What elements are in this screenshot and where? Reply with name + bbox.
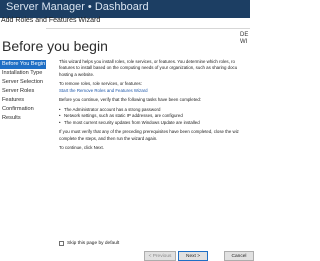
intro-paragraph: This wizard helps you install roles, rol… bbox=[59, 59, 249, 78]
next-button[interactable]: Next > bbox=[178, 251, 208, 261]
skip-page-option[interactable]: Skip this page by default bbox=[59, 239, 119, 247]
cancel-button[interactable]: Cancel bbox=[224, 251, 254, 261]
intro-line-1: This wizard helps you install roles, rol… bbox=[59, 59, 235, 64]
nav-item-server-roles[interactable]: Server Roles bbox=[0, 87, 46, 96]
destination-server-line-2: WI bbox=[240, 39, 248, 45]
destination-server-label: DE WI bbox=[240, 32, 248, 46]
remove-paragraph: To remove roles, role services, or featu… bbox=[59, 81, 249, 94]
previous-button[interactable]: < Previous bbox=[144, 251, 176, 261]
page-heading: Before you begin bbox=[2, 38, 108, 54]
nav-item-features[interactable]: Features bbox=[0, 96, 46, 105]
continue-paragraph: To continue, click Next. bbox=[59, 145, 104, 151]
intro-line-3: hosting a website. bbox=[59, 71, 95, 77]
close-wizard-line-1: If you must verify that any of the prece… bbox=[59, 129, 239, 135]
nav-item-results[interactable]: Results bbox=[0, 114, 46, 123]
nav-item-server-selection[interactable]: Server Selection bbox=[0, 78, 46, 87]
remove-text: To remove roles, role services, or featu… bbox=[59, 81, 142, 87]
wizard-nav: Before You Begin Installation Type Serve… bbox=[0, 60, 46, 123]
background-window-titlebar: Server Manager • Dashboard bbox=[0, 0, 250, 18]
skip-page-checkbox[interactable] bbox=[59, 240, 64, 246]
verify-paragraph: Before you continue, verify that the fol… bbox=[59, 97, 202, 103]
background-window-title: Server Manager • Dashboard bbox=[6, 1, 149, 13]
wizard-content: This wizard helps you install roles, rol… bbox=[59, 59, 249, 155]
skip-page-label[interactable]: Skip this page by default bbox=[67, 241, 119, 246]
nav-item-installation-type[interactable]: Installation Type bbox=[0, 69, 46, 78]
wizard-left-pane: Before you begin Before You Begin Instal… bbox=[0, 28, 108, 243]
nav-item-before-you-begin[interactable]: Before You Begin bbox=[0, 60, 46, 69]
close-wizard-line-2: complete the steps, and then run the wiz… bbox=[59, 135, 158, 141]
intro-line-2: features to install based on the computi… bbox=[59, 65, 238, 71]
prerequisites-list: The Administrator account has a strong p… bbox=[59, 107, 249, 126]
wizard-title: Add Roles and Features Wizard bbox=[1, 17, 101, 24]
remove-wizard-link[interactable]: Start the Remove Roles and Features Wiza… bbox=[59, 88, 148, 93]
prerequisite-item: The most current security updates from W… bbox=[59, 120, 249, 127]
destination-server-line-1: DE bbox=[240, 32, 249, 38]
nav-item-confirmation[interactable]: Confirmation bbox=[0, 105, 46, 114]
close-wizard-paragraph: If you must verify that any of the prece… bbox=[59, 129, 249, 142]
